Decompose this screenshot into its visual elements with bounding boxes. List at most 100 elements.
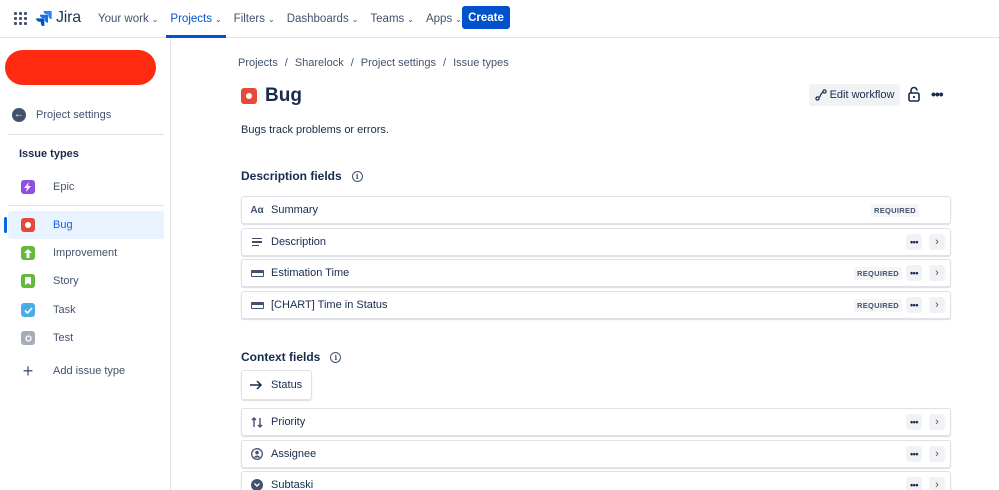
edit-workflow-button[interactable]: Edit workflow [809, 84, 900, 106]
nav-teams[interactable]: Teams ⌄ [364, 0, 420, 38]
field-label: Status [271, 379, 303, 391]
field-label: Estimation Time [271, 267, 350, 279]
divider [8, 205, 164, 206]
breadcrumb-separator: / [443, 57, 447, 69]
nav-your-work[interactable]: Your work ⌄ [92, 0, 164, 38]
field-summary[interactable]: Aα Summary REQUIRED [241, 196, 951, 224]
more-options-button[interactable]: ••• [906, 234, 922, 250]
create-button[interactable]: Create [462, 6, 510, 29]
nav-label: Dashboards [286, 13, 349, 25]
breadcrumb-project-settings[interactable]: Project settings [361, 57, 436, 69]
subtask-icon [250, 479, 264, 490]
nav-apps[interactable]: Apps ⌄ [420, 0, 468, 38]
field-estimation-time[interactable]: Estimation Time REQUIRED ••• › [241, 259, 951, 287]
page-header: Bug [241, 85, 302, 107]
breadcrumb: Projects / Sharelock / Project settings / I… [238, 57, 509, 69]
field-box-icon [250, 301, 264, 309]
chevron-down-icon: ⌄ [214, 14, 222, 24]
chevron-down-icon: ⌄ [351, 14, 359, 24]
nav-label: Projects [170, 13, 212, 25]
jira-logo[interactable]: Jira [36, 9, 81, 27]
chevron-right-icon[interactable]: › [929, 297, 945, 313]
back-label: Project settings [36, 109, 112, 121]
nav-label: Teams [370, 13, 405, 25]
more-actions-icon[interactable]: ••• [931, 86, 944, 102]
field-box-icon [250, 269, 264, 277]
sidebar-item-improvement[interactable]: Improvement [8, 239, 164, 267]
chevron-down-icon: ⌄ [455, 14, 462, 24]
chevron-down-icon: ⌄ [407, 14, 414, 24]
page-description: Bugs track problems or errors. [241, 124, 389, 136]
unlock-icon[interactable] [907, 86, 921, 102]
breadcrumb-issue-types[interactable]: Issue types [453, 57, 509, 69]
sidebar-item-label: Bug [53, 219, 73, 231]
sidebar-item-bug[interactable]: Bug [4, 211, 164, 239]
nav-label: Apps [425, 13, 453, 25]
chevron-right-icon[interactable]: › [929, 446, 945, 462]
sidebar-item-label: Story [53, 275, 79, 287]
project-sidebar: ← Project settings Issue types Epic Bug … [0, 38, 171, 490]
field-description[interactable]: Description ••• › [241, 228, 951, 256]
sidebar-item-label: Task [53, 304, 76, 316]
required-badge: REQUIRED [854, 298, 902, 312]
more-options-button[interactable]: ••• [906, 265, 922, 281]
arrow-right-icon [250, 380, 263, 390]
description-fields-heading: Description fields i [241, 169, 363, 183]
nav-filters[interactable]: Filters ⌄ [228, 0, 281, 38]
field-label: Summary [271, 204, 319, 216]
breadcrumb-separator: / [284, 57, 288, 69]
sidebar-item-epic[interactable]: Epic [8, 173, 164, 201]
context-fields-heading: Context fields i [241, 350, 342, 364]
field-subtask[interactable]: Subtaski ••• › [241, 471, 951, 490]
field-assignee[interactable]: Assignee ••• › [241, 440, 951, 468]
field-label: Assignee [271, 448, 317, 460]
required-badge: REQUIRED [854, 266, 902, 280]
page-title[interactable]: Bug [265, 85, 302, 107]
jira-logo-icon [36, 11, 52, 26]
primary-nav: Your work ⌄ Projects ⌄ Filters ⌄ Dashboards… [92, 0, 468, 38]
more-options-button[interactable]: ••• [906, 446, 922, 462]
field-priority[interactable]: Priority ••• › [241, 408, 951, 436]
info-icon[interactable]: i [351, 170, 363, 182]
field-label: Subtaski [271, 479, 314, 490]
sidebar-item-story[interactable]: Story [8, 267, 164, 295]
add-issue-type-label: Add issue type [53, 365, 126, 377]
more-options-button[interactable]: ••• [906, 297, 922, 313]
chevron-right-icon[interactable]: › [929, 477, 945, 490]
sidebar-item-test[interactable]: Test [8, 324, 164, 352]
breadcrumb-projects[interactable]: Projects [238, 57, 278, 69]
story-icon [21, 274, 35, 288]
app-switcher-icon[interactable] [14, 12, 27, 25]
text-icon: Aα [250, 204, 264, 216]
chevron-down-icon: ⌄ [267, 14, 275, 24]
section-title: Context fields [241, 350, 321, 364]
field-label: Priority [271, 416, 306, 428]
required-badge: REQUIRED [871, 203, 919, 217]
field-label: [CHART] Time in Status [271, 299, 388, 311]
workflow-icon [814, 89, 827, 101]
assignee-icon [250, 448, 264, 460]
nav-dashboards[interactable]: Dashboards ⌄ [281, 0, 365, 38]
redacted-project-name [5, 50, 156, 85]
nav-projects[interactable]: Projects ⌄ [164, 0, 227, 38]
more-options-button[interactable]: ••• [906, 477, 922, 490]
chevron-right-icon[interactable]: › [929, 265, 945, 281]
sidebar-item-task[interactable]: Task [8, 296, 164, 324]
back-to-project-settings[interactable]: ← Project settings [12, 108, 111, 122]
jira-logo-text: Jira [56, 9, 81, 26]
chevron-right-icon[interactable]: › [929, 234, 945, 250]
chevron-down-icon: ⌄ [151, 14, 159, 24]
sidebar-item-label: Epic [53, 181, 75, 193]
info-icon[interactable]: i [330, 351, 342, 363]
breadcrumb-project[interactable]: Sharelock [295, 57, 344, 69]
add-issue-type-button[interactable]: + Add issue type [8, 357, 164, 385]
chevron-right-icon[interactable]: › [929, 414, 945, 430]
nav-label: Your work [98, 13, 149, 25]
test-icon [21, 331, 35, 345]
field-time-in-status[interactable]: [CHART] Time in Status REQUIRED ••• › [241, 291, 951, 319]
more-options-button[interactable]: ••• [906, 414, 922, 430]
bug-icon [241, 88, 257, 104]
top-navigation: Jira Your work ⌄ Projects ⌄ Filters ⌄ Dashb… [0, 0, 999, 38]
field-label: Description [271, 236, 327, 248]
field-status[interactable]: Status [241, 370, 312, 400]
